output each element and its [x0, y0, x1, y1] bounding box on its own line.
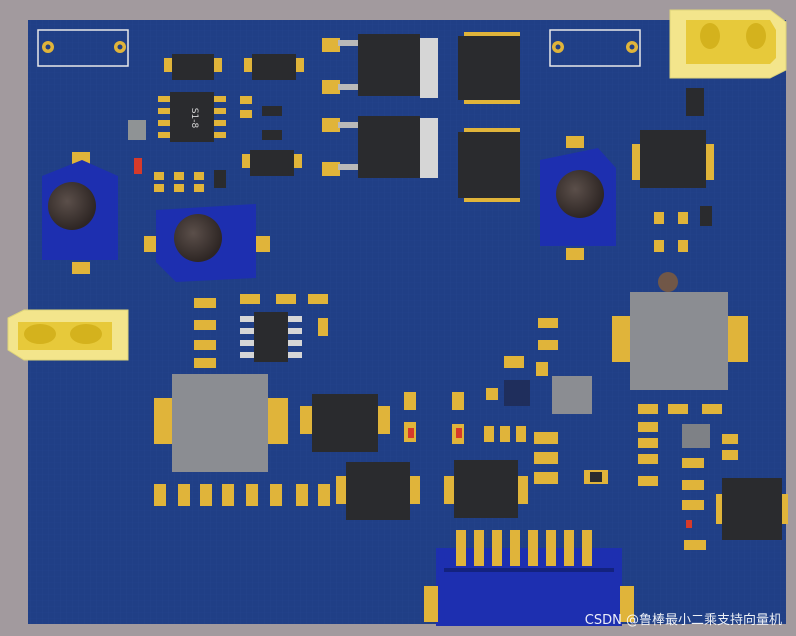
inductor-left	[154, 374, 288, 472]
pcb-render: S1-8	[7, 9, 788, 626]
diode-bottom-1	[300, 394, 390, 452]
capacitor-ml	[458, 128, 520, 202]
watermark: CSDN @鲁棒最小二乘支持向量机	[584, 613, 782, 628]
ic-u1-label: S1-8	[189, 108, 199, 129]
diode-top-left	[164, 54, 222, 80]
diode-bottom-2	[336, 462, 420, 520]
diode-bottom-3	[444, 460, 528, 518]
diode-mid	[242, 150, 302, 176]
diode-top-mid	[244, 54, 304, 80]
power-connector-left	[7, 309, 129, 361]
diode-bottom-right	[716, 478, 788, 540]
capacitor-tr	[632, 130, 714, 188]
capacitor-tl	[458, 32, 520, 104]
power-connector-top-right	[669, 9, 787, 79]
